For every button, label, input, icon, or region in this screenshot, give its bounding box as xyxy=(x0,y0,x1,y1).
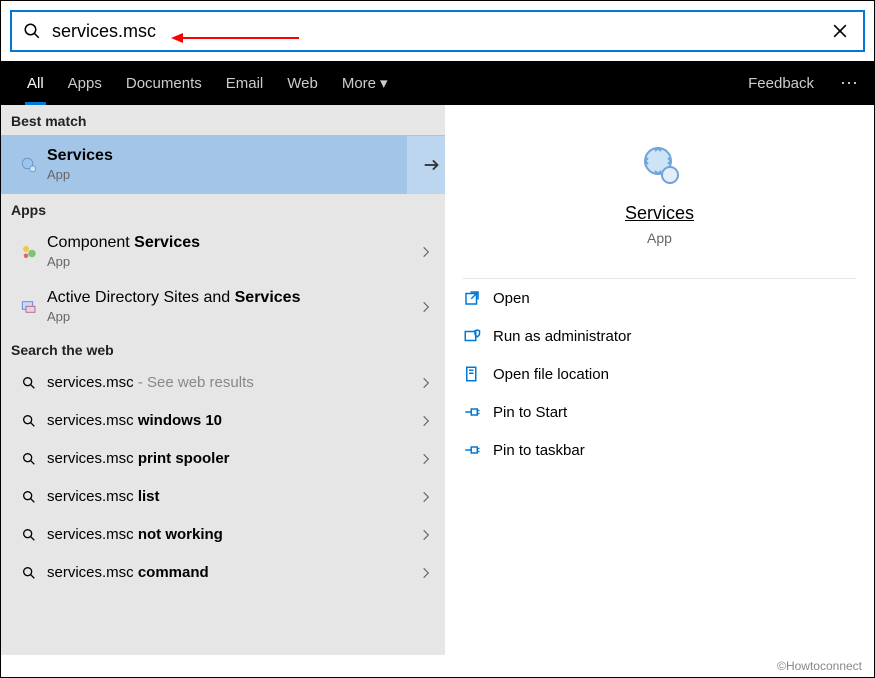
action-run-admin[interactable]: Run as administrator xyxy=(445,317,874,355)
search-icon xyxy=(15,413,43,429)
chevron-right-icon xyxy=(419,528,433,542)
watermark: ©Howtoconnect xyxy=(777,659,862,673)
web-result[interactable]: services.msc command xyxy=(1,554,445,592)
chevron-right-icon xyxy=(419,566,433,580)
services-large-icon xyxy=(445,141,874,189)
web-result[interactable]: services.msc not working xyxy=(1,516,445,554)
detail-title[interactable]: Services xyxy=(445,203,874,224)
detail-subtitle: App xyxy=(445,230,874,246)
feedback-link[interactable]: Feedback xyxy=(736,61,826,105)
filter-tabs: All Apps Documents Email Web More▾ Feedb… xyxy=(1,61,874,105)
tab-web[interactable]: Web xyxy=(275,61,330,105)
action-pin-taskbar[interactable]: Pin to taskbar xyxy=(445,431,874,469)
search-bar xyxy=(10,10,865,52)
shield-icon xyxy=(463,327,493,345)
folder-icon xyxy=(463,365,493,383)
chevron-right-icon xyxy=(419,300,433,314)
action-pin-start[interactable]: Pin to Start xyxy=(445,393,874,431)
search-icon xyxy=(15,527,43,543)
clear-button[interactable] xyxy=(817,21,863,41)
chevron-right-icon xyxy=(419,414,433,428)
web-result[interactable]: services.msc windows 10 xyxy=(1,402,445,440)
more-options-button[interactable]: ⋯ xyxy=(840,73,860,94)
tab-apps[interactable]: Apps xyxy=(56,61,114,105)
result-title: Component Services xyxy=(47,234,419,252)
pin-icon xyxy=(463,441,493,459)
result-subtitle: App xyxy=(47,254,419,269)
section-apps: Apps xyxy=(1,194,445,224)
chevron-right-icon xyxy=(419,452,433,466)
pin-icon xyxy=(463,403,493,421)
chevron-down-icon: ▾ xyxy=(380,74,388,92)
tab-email[interactable]: Email xyxy=(214,61,276,105)
result-subtitle: App xyxy=(47,309,419,324)
app-icon xyxy=(15,298,43,316)
services-app-icon xyxy=(15,156,43,174)
search-icon xyxy=(15,489,43,505)
search-input[interactable] xyxy=(52,21,817,42)
app-icon xyxy=(15,243,43,261)
result-ad-sites-services[interactable]: Active Directory Sites and Services App xyxy=(1,279,445,334)
web-result[interactable]: services.msc list xyxy=(1,478,445,516)
search-icon xyxy=(15,451,43,467)
result-title: Services xyxy=(47,147,407,165)
result-component-services[interactable]: Component Services App xyxy=(1,224,445,279)
results-list: Best match Services App Apps Compone xyxy=(1,105,445,655)
tab-documents[interactable]: Documents xyxy=(114,61,214,105)
result-title: Active Directory Sites and Services xyxy=(47,289,419,307)
action-open[interactable]: Open xyxy=(445,279,874,317)
section-best-match: Best match xyxy=(1,105,445,135)
search-icon xyxy=(15,565,43,581)
open-icon xyxy=(463,289,493,307)
action-open-location[interactable]: Open file location xyxy=(445,355,874,393)
tab-more[interactable]: More▾ xyxy=(330,61,400,105)
search-icon xyxy=(15,375,43,391)
tab-all[interactable]: All xyxy=(15,61,56,105)
result-subtitle: App xyxy=(47,167,407,182)
open-arrow-button[interactable] xyxy=(407,136,445,194)
chevron-right-icon xyxy=(419,245,433,259)
chevron-right-icon xyxy=(419,490,433,504)
search-icon xyxy=(12,22,52,40)
detail-pane: Services App Open Run as administrator O… xyxy=(445,105,874,655)
chevron-right-icon xyxy=(419,376,433,390)
section-web: Search the web xyxy=(1,334,445,364)
web-result[interactable]: services.msc - See web results xyxy=(1,364,445,402)
web-result[interactable]: services.msc print spooler xyxy=(1,440,445,478)
best-match-result[interactable]: Services App xyxy=(1,135,445,194)
